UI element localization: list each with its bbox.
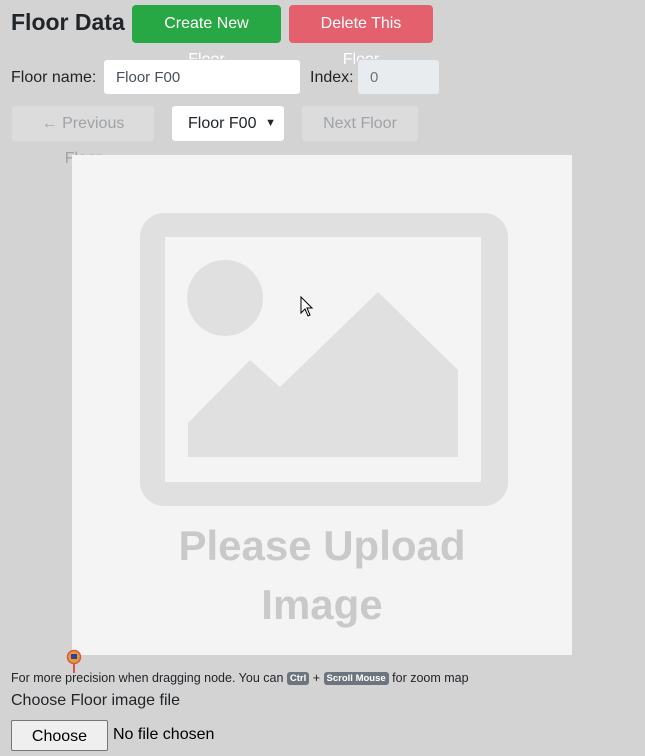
upload-placeholder-subtitle: Image [261, 581, 383, 628]
next-floor-button[interactable]: Next Floor → [301, 105, 419, 167]
delete-floor-button[interactable]: Delete This Floor [289, 5, 433, 68]
choose-file-button[interactable]: Choose File [11, 720, 108, 751]
mouse-cursor-icon [300, 296, 314, 317]
floor-map-canvas[interactable]: Please Upload Image [72, 155, 572, 655]
index-label: Index: [310, 69, 354, 86]
file-input-label: Choose Floor image file [11, 692, 180, 709]
floor-name-input[interactable] [103, 59, 301, 95]
page-title: Floor Data [11, 9, 125, 35]
index-input[interactable] [357, 59, 440, 95]
hint-plus: + [312, 671, 321, 685]
ctrl-key-badge: Ctrl [286, 672, 310, 685]
create-floor-button[interactable]: Create New Floor [132, 5, 281, 68]
zoom-hint: For more precision when dragging node. Y… [11, 669, 469, 687]
floor-select-value: Floor F00 [188, 115, 257, 132]
floor-select[interactable]: Floor F00 ▼ [171, 105, 285, 142]
upload-placeholder-title: Please Upload [178, 522, 466, 569]
file-status: No file chosen [113, 726, 215, 743]
hint-prefix: For more precision when dragging node. Y… [11, 671, 284, 685]
previous-floor-button[interactable]: ← Previous Floor [11, 105, 155, 167]
floor-name-label: Floor name: [11, 69, 97, 86]
hint-suffix: for zoom map [392, 671, 469, 685]
scroll-mouse-key-badge: Scroll Mouse [323, 672, 389, 685]
caret-down-icon: ▼ [265, 117, 276, 129]
